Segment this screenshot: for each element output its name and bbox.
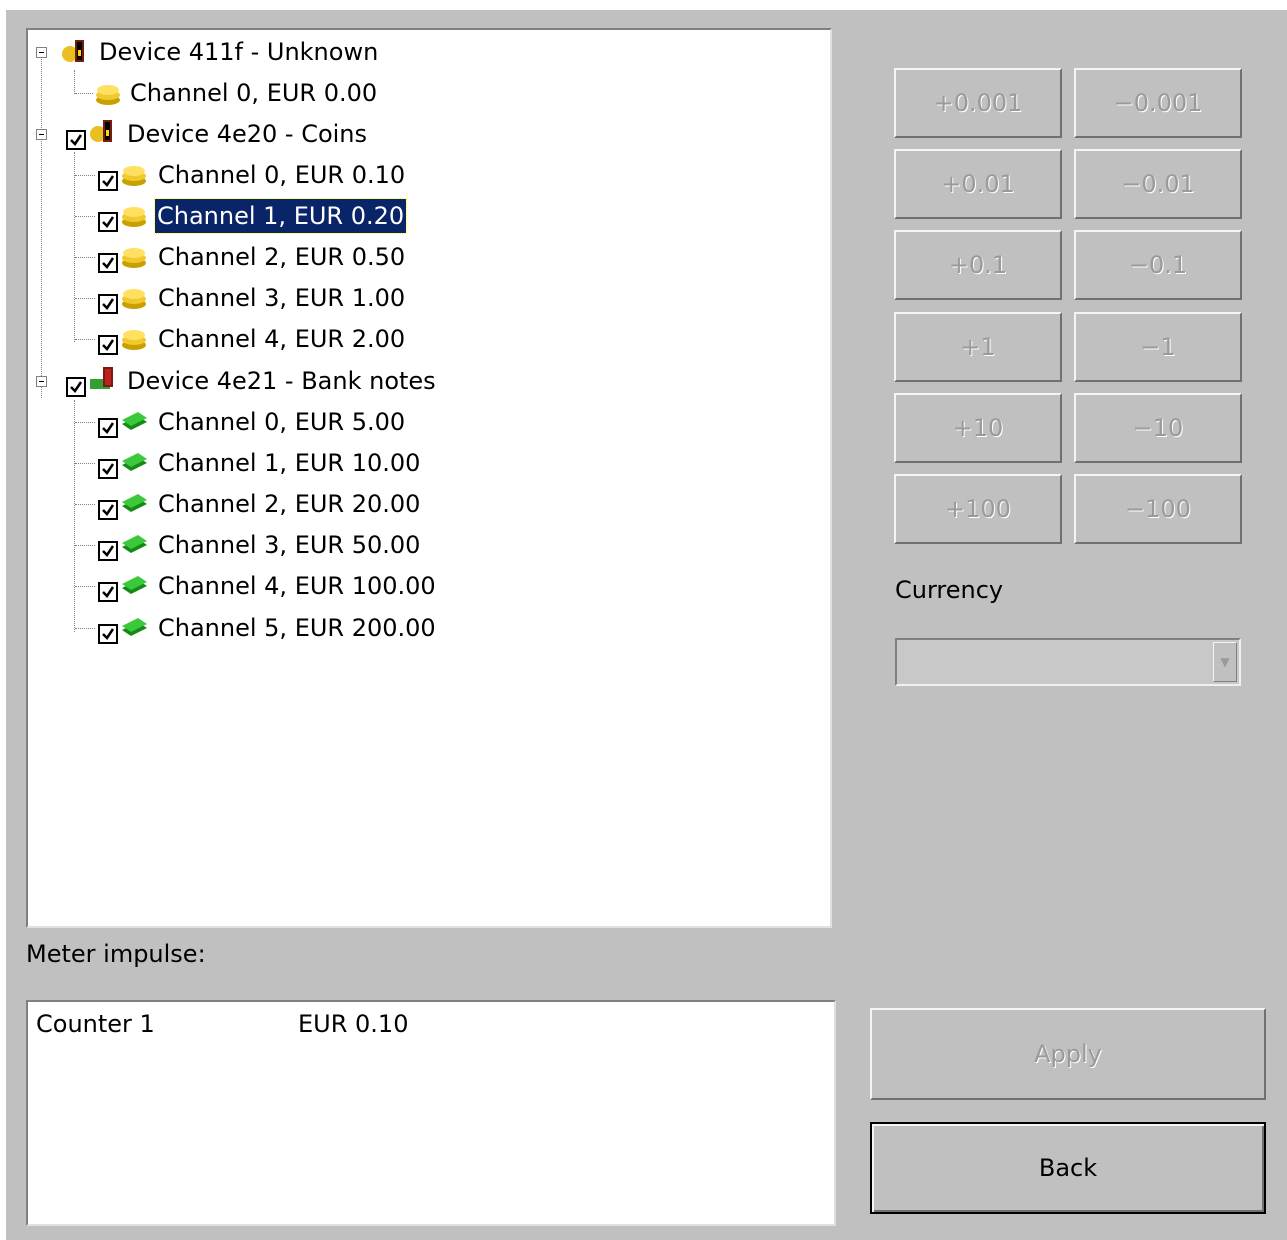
decrement-100-button[interactable]: −100	[1074, 474, 1242, 544]
tree-channel-label: Channel 3, EUR 1.00	[158, 284, 406, 312]
coins-icon	[122, 248, 146, 268]
collapse-toggle[interactable]	[36, 47, 47, 58]
decrement-0-01-button[interactable]: −0.01	[1074, 149, 1242, 219]
banknotes-icon	[122, 494, 147, 512]
tree-branch-line	[75, 216, 95, 217]
tree-branch-line	[75, 628, 95, 629]
channel-checkbox[interactable]	[98, 212, 118, 232]
banknotes-icon	[122, 453, 147, 471]
tree-channel-label: Channel 5, EUR 200.00	[158, 614, 436, 642]
collapse-toggle[interactable]	[36, 129, 47, 140]
banknotes-icon	[122, 412, 147, 430]
tree-channel-row[interactable]: Channel 4, EUR 2.00	[28, 319, 828, 359]
increment-100-button[interactable]: +100	[894, 474, 1062, 544]
banknotes-icon	[122, 618, 147, 636]
currency-label: Currency	[895, 576, 1004, 604]
coin-device-icon	[90, 120, 112, 142]
tree-device-label: Device 411f - Unknown	[99, 38, 379, 66]
coins-icon	[96, 85, 120, 105]
tree-device-label: Device 4e21 - Bank notes	[127, 367, 436, 395]
tree-channel-label: Channel 0, EUR 0.10	[158, 161, 406, 189]
tree-branch-line	[75, 504, 95, 505]
tree-channel-row[interactable]: Channel 2, EUR 0.50	[28, 237, 828, 277]
increment-0-01-button[interactable]: +0.01	[894, 149, 1062, 219]
meter-impulse-list[interactable]: Counter 1 EUR 0.10	[26, 1000, 836, 1226]
app-window: Device 411f - Unknown Channel 0, EUR 0.0…	[6, 10, 1287, 1240]
tree-channel-label: Channel 3, EUR 50.00	[158, 531, 421, 559]
tree-channel-row[interactable]: Channel 4, EUR 100.00	[28, 566, 828, 606]
collapse-toggle[interactable]	[36, 376, 47, 387]
tree-channel-row[interactable]: Channel 3, EUR 50.00	[28, 525, 828, 565]
tree-channel-row[interactable]: Channel 0, EUR 5.00	[28, 402, 828, 442]
device-checkbox[interactable]	[66, 130, 86, 150]
channel-checkbox[interactable]	[98, 253, 118, 273]
tree-channel-row[interactable]: Channel 0, EUR 0.10	[28, 155, 828, 195]
increment-0-001-button[interactable]: +0.001	[894, 68, 1062, 138]
tree-channel-label: Channel 2, EUR 0.50	[158, 243, 406, 271]
tree-channel-label: Channel 2, EUR 20.00	[158, 490, 421, 518]
device-tree[interactable]: Device 411f - Unknown Channel 0, EUR 0.0…	[26, 28, 832, 928]
tree-branch-line	[75, 422, 95, 423]
tree-channel-row[interactable]: Channel 2, EUR 20.00	[28, 484, 828, 524]
coins-icon	[122, 289, 146, 309]
counter-value: EUR 0.10	[298, 1010, 409, 1038]
channel-checkbox[interactable]	[98, 541, 118, 561]
channel-checkbox[interactable]	[98, 624, 118, 644]
tree-channel-row-selected[interactable]: Channel 1, EUR 0.20	[28, 196, 828, 236]
channel-checkbox[interactable]	[98, 582, 118, 602]
decrement-1-button[interactable]: −1	[1074, 312, 1242, 382]
channel-checkbox[interactable]	[98, 459, 118, 479]
channel-checkbox[interactable]	[98, 171, 118, 191]
tree-branch-line	[75, 339, 95, 340]
tree-channel-row[interactable]: Channel 0, EUR 0.00	[28, 73, 828, 113]
increment-10-button[interactable]: +10	[894, 393, 1062, 463]
tree-device-row[interactable]: Device 4e21 - Bank notes	[28, 361, 828, 401]
tree-channel-label: Channel 1, EUR 10.00	[158, 449, 421, 477]
tree-branch-line	[75, 463, 95, 464]
decrement-10-button[interactable]: −10	[1074, 393, 1242, 463]
banknotes-icon	[122, 535, 147, 553]
counter-name: Counter 1	[36, 1010, 155, 1038]
tree-branch-line	[75, 298, 95, 299]
tree-branch-line	[75, 93, 93, 94]
tree-branch-line	[75, 586, 95, 587]
tree-branch-line	[75, 545, 95, 546]
tree-device-row[interactable]: Device 411f - Unknown	[28, 32, 828, 72]
tree-channel-row[interactable]: Channel 3, EUR 1.00	[28, 278, 828, 318]
tree-branch-line	[75, 175, 95, 176]
tree-channel-row[interactable]: Channel 5, EUR 200.00	[28, 608, 828, 648]
tree-channel-label: Channel 1, EUR 0.20	[153, 198, 408, 234]
chevron-down-icon[interactable]: ▼	[1213, 642, 1237, 682]
tree-branch-line	[75, 257, 95, 258]
tree-channel-row[interactable]: Channel 1, EUR 10.00	[28, 443, 828, 483]
apply-button[interactable]: Apply	[870, 1008, 1266, 1100]
channel-checkbox[interactable]	[98, 500, 118, 520]
tree-channel-label: Channel 4, EUR 100.00	[158, 572, 436, 600]
tree-channel-label: Channel 4, EUR 2.00	[158, 325, 406, 353]
decrement-0-001-button[interactable]: −0.001	[1074, 68, 1242, 138]
coin-device-icon	[62, 40, 84, 62]
tree-channel-label: Channel 0, EUR 5.00	[158, 408, 406, 436]
back-button[interactable]: Back	[870, 1122, 1266, 1214]
increment-0-1-button[interactable]: +0.1	[894, 230, 1062, 300]
device-checkbox[interactable]	[66, 377, 86, 397]
coins-icon	[122, 330, 146, 350]
tree-device-label: Device 4e20 - Coins	[127, 120, 368, 148]
currency-select[interactable]: ▼	[895, 638, 1241, 686]
decrement-0-1-button[interactable]: −0.1	[1074, 230, 1242, 300]
coins-icon	[122, 166, 146, 186]
coins-icon	[122, 207, 146, 227]
increment-1-button[interactable]: +1	[894, 312, 1062, 382]
channel-checkbox[interactable]	[98, 294, 118, 314]
meter-impulse-label: Meter impulse:	[26, 940, 206, 968]
tree-channel-label: Channel 0, EUR 0.00	[130, 79, 378, 107]
banknotes-icon	[122, 576, 147, 594]
banknote-device-icon	[90, 367, 113, 389]
channel-checkbox[interactable]	[98, 335, 118, 355]
channel-checkbox[interactable]	[98, 418, 118, 438]
tree-device-row[interactable]: Device 4e20 - Coins	[28, 114, 828, 154]
